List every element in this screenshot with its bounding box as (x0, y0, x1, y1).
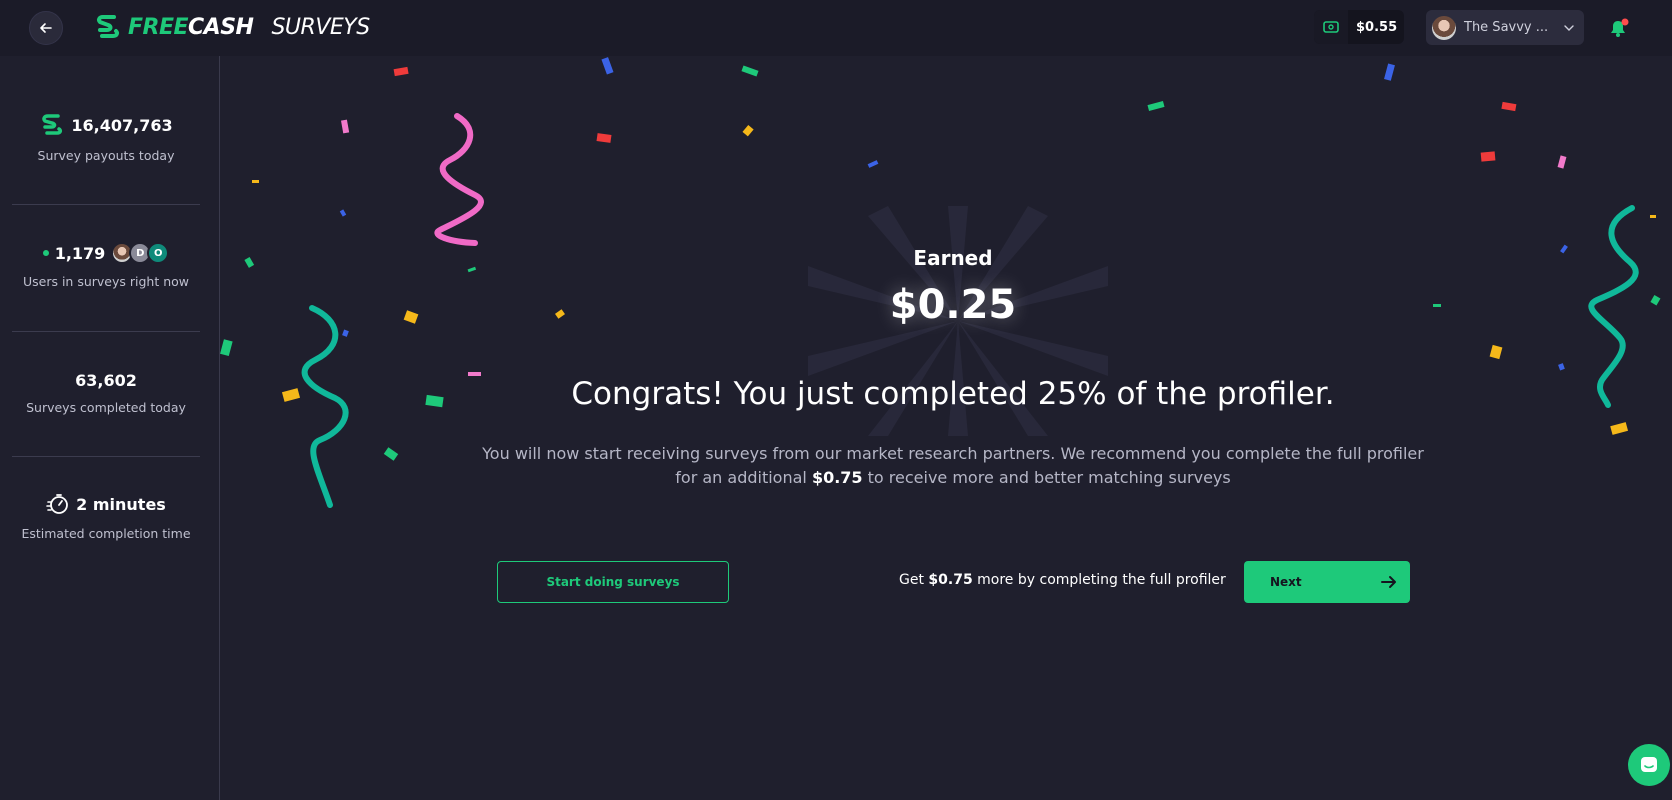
cta-text: more by completing the full profiler (972, 572, 1226, 588)
next-label: Next (1270, 575, 1302, 589)
notifications-button[interactable] (1606, 16, 1630, 40)
profiler-description: You will now start receiving surveys fro… (481, 442, 1425, 490)
stat-value: 2 minutes (76, 494, 166, 514)
divider (12, 456, 200, 457)
balance-display[interactable]: $0.55 (1314, 10, 1404, 44)
back-button[interactable] (29, 11, 63, 45)
stat-label: Estimated completion time (21, 526, 191, 541)
description-text: to receive more and better matching surv… (862, 468, 1231, 487)
bell-icon (1611, 18, 1629, 37)
divider (12, 331, 200, 332)
top-bar: FREE CASH SURVEYS $0.55 The Savvy ... (0, 0, 1672, 56)
stopwatch-icon (46, 494, 69, 514)
stat-label: Users in surveys right now (22, 274, 190, 289)
user-name: The Savvy ... (1464, 20, 1549, 35)
user-avatars: D O (111, 242, 170, 264)
logo-free-text: FREE (128, 14, 189, 40)
stat-label: Survey payouts today (37, 148, 175, 163)
stat-surveys-completed: 63,602 Surveys completed today (12, 371, 200, 415)
chat-icon (1641, 757, 1657, 772)
congrats-heading: Congrats! You just completed 25% of the … (571, 376, 1335, 412)
avatar: O (147, 242, 170, 264)
chat-button[interactable] (1628, 744, 1670, 786)
earned-amount: $0.25 (889, 282, 1017, 328)
divider (12, 204, 200, 205)
logo-surveys-text: SURVEYS (271, 14, 370, 40)
arrow-right-icon (1381, 576, 1396, 588)
main-content: Earned $0.25 Congrats! You just complete… (221, 56, 1672, 800)
cta-amount: $0.75 (928, 572, 973, 588)
profiler-cta-text: Get $0.75 more by completing the full pr… (899, 572, 1226, 588)
cta-text: Get (899, 572, 929, 588)
logo-cash-text: CASH (188, 14, 254, 40)
stat-value: 1,179 (54, 243, 106, 263)
user-menu[interactable]: The Savvy ... (1426, 10, 1584, 45)
stat-value: 63,602 (75, 371, 137, 390)
stat-label: Surveys completed today (26, 400, 186, 415)
additional-amount: $0.75 (811, 468, 863, 487)
stat-users-online: 1,179 D O Users in surveys right now (12, 242, 200, 289)
freecash-logo-icon (97, 15, 119, 38)
avatar (1432, 15, 1456, 40)
earned-label: Earned (913, 246, 993, 270)
cash-icon (1314, 10, 1348, 44)
back-arrow-icon (40, 23, 52, 33)
online-indicator-icon (42, 250, 49, 256)
sidebar: 16,407,763 Survey payouts today 1,179 D … (0, 56, 220, 800)
payout-icon (42, 114, 63, 135)
start-surveys-button[interactable]: Start doing surveys (497, 561, 729, 603)
stat-completion-time: 2 minutes Estimated completion time (12, 492, 200, 541)
balance-value: $0.55 (1356, 19, 1398, 35)
freecash-logo[interactable]: FREE CASH SURVEYS (94, 14, 370, 40)
chevron-down-icon (1564, 24, 1574, 31)
stat-survey-payouts: 16,407,763 Survey payouts today (12, 112, 200, 163)
stat-value: 16,407,763 (71, 115, 173, 135)
next-button[interactable]: Next (1244, 561, 1410, 603)
